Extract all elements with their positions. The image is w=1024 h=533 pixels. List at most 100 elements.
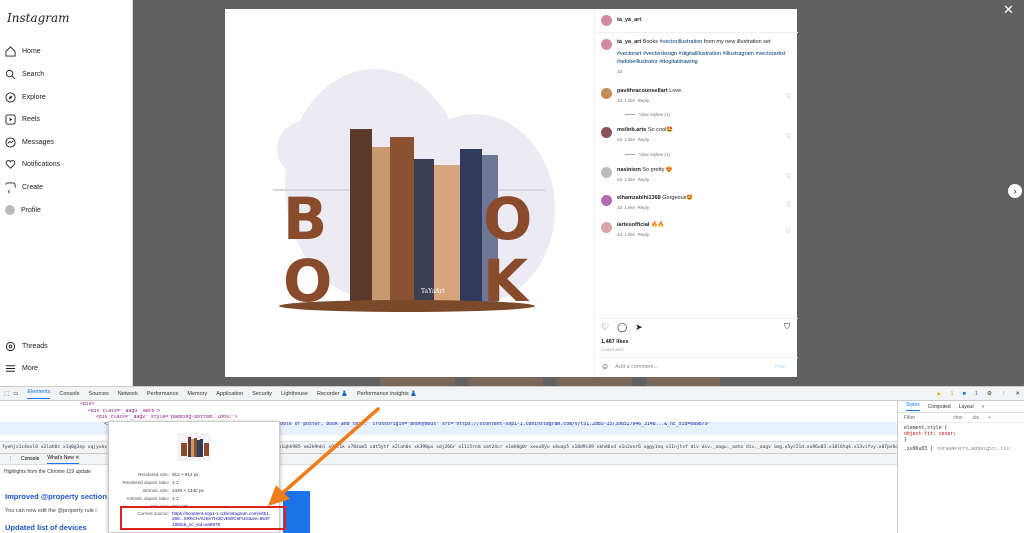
comment-time: 2d <box>617 231 623 237</box>
messenger-icon <box>5 137 16 148</box>
drawer-tab-console[interactable]: Console <box>21 456 39 462</box>
tab-styles[interactable]: Styles <box>906 402 920 411</box>
tab-security[interactable]: Security <box>252 391 272 397</box>
tab-console[interactable]: Console <box>59 391 79 397</box>
issues-badge[interactable]: ■ 1 <box>963 391 978 397</box>
comment: elhamzabihi1368 Gorgeous🤩 2d 1 like Repl… <box>601 195 693 211</box>
reply-button[interactable]: Reply <box>638 232 650 237</box>
comment: mslinb.arts So cool🤩 2d 1 like Reply <box>601 127 673 143</box>
tooltip-row: Rendered aspect ratio: 1:1 <box>122 480 179 485</box>
like-heart-icon[interactable]: ♡ <box>601 322 609 333</box>
tab-more[interactable]: » <box>982 404 985 410</box>
nav-notifications[interactable]: Notifications <box>5 159 60 170</box>
emoji-icon[interactable]: ☺ <box>601 362 609 371</box>
stylesheet-link[interactable]: %%FaRNPVFFX…Ndp8lg5tl.css: <box>937 447 1012 453</box>
view-replies-button[interactable]: View replies (1) <box>625 152 670 157</box>
inspect-icon[interactable]: ⬚ <box>4 391 9 397</box>
reply-button[interactable]: Reply <box>638 137 650 142</box>
add-rule-icon[interactable]: + <box>988 415 991 421</box>
prev-post-button[interactable]: ‹ <box>2 184 16 198</box>
tab-memory[interactable]: Memory <box>187 391 207 397</box>
like-comment-heart-icon[interactable]: ♡ <box>786 173 791 180</box>
nav-home[interactable]: Home <box>5 46 41 57</box>
comment-username[interactable]: nasinism <box>617 167 641 173</box>
reply-button[interactable]: Reply <box>638 205 650 210</box>
drawer-tab-whats-new[interactable]: What's New ✕ <box>47 455 80 464</box>
tab-computed[interactable]: Computed <box>928 404 951 410</box>
cls-toggle[interactable]: .cls <box>971 415 979 421</box>
nav-more[interactable]: More <box>5 363 38 374</box>
comment-likes[interactable]: 1 like <box>625 137 636 142</box>
nav-messages[interactable]: Messages <box>5 137 54 148</box>
nav-explore[interactable]: Explore <box>5 92 46 103</box>
caption-username[interactable]: ta_ya_art <box>617 39 641 45</box>
more-options-icon[interactable]: ⋮ <box>1001 391 1007 397</box>
tab-network[interactable]: Network <box>118 391 138 397</box>
comment-username[interactable]: elhamzabihi1368 <box>617 195 661 201</box>
comment-icon[interactable]: ◯ <box>617 322 627 333</box>
like-comment-heart-icon[interactable]: ♡ <box>786 228 791 235</box>
view-replies-button[interactable]: View replies (1) <box>625 112 670 117</box>
commenter-avatar[interactable] <box>601 195 612 206</box>
comment-username[interactable]: pavithracounsellart <box>617 88 668 94</box>
watermark-text: TaYaArt <box>421 288 445 295</box>
whats-new-heading[interactable]: Updated list of devices <box>5 523 87 532</box>
comment-input[interactable]: Add a comment... <box>615 364 769 370</box>
commenter-avatar[interactable] <box>601 222 612 233</box>
reply-button[interactable]: Reply <box>638 98 650 103</box>
commenter-avatar[interactable] <box>601 127 612 138</box>
share-icon[interactable]: ➤ <box>635 322 643 333</box>
reply-button[interactable]: Reply <box>638 177 650 182</box>
comment-likes[interactable]: 1 like <box>625 98 636 103</box>
post-image[interactable]: B O O K TaYaArt <box>225 9 594 377</box>
caption-hashtags[interactable]: #vectorart #vectordesign #digitalillustr… <box>617 51 791 67</box>
like-comment-heart-icon[interactable]: ♡ <box>786 133 791 140</box>
bookmark-icon[interactable]: ⛉ <box>784 322 790 332</box>
like-comment-heart-icon[interactable]: ♡ <box>786 93 791 100</box>
nav-search[interactable]: Search <box>5 69 44 80</box>
tab-recorder[interactable]: Recorder 👗 <box>317 391 348 397</box>
tab-sources[interactable]: Sources <box>89 391 109 397</box>
nav-threads[interactable]: Threads <box>5 341 48 352</box>
drawer-menu-icon[interactable]: ⋮ <box>8 456 13 462</box>
author-avatar[interactable] <box>601 15 612 26</box>
hov-toggle[interactable]: :hov <box>953 415 962 421</box>
whats-new-heading[interactable]: Improved @property section i <box>5 492 111 501</box>
comment-likes[interactable]: 1 like <box>625 205 636 210</box>
comment-time: 2d <box>617 204 623 210</box>
comment-time: 2d <box>617 97 623 103</box>
comment-username[interactable]: mslinb.arts <box>617 127 646 133</box>
filter-input[interactable]: Filter <box>904 415 944 421</box>
comment-likes[interactable]: 1 like <box>625 232 636 237</box>
next-post-button[interactable]: › <box>1008 184 1022 198</box>
likes-count[interactable]: 1,487 likes <box>601 339 629 345</box>
post-comment-button[interactable]: Post <box>775 364 786 370</box>
close-icon[interactable]: ✕ <box>1003 2 1014 18</box>
device-toolbar-icon[interactable]: ▭ <box>13 391 18 397</box>
comment-text: Gorgeous🤩 <box>662 195 694 201</box>
nav-reels[interactable]: Reels <box>5 114 40 125</box>
tab-performance-insights[interactable]: Performance insights 👗 <box>357 391 417 397</box>
post-actions: ♡ ◯ ➤ <box>601 322 643 333</box>
commenter-avatar[interactable] <box>601 167 612 178</box>
tab-performance[interactable]: Performance <box>147 391 179 397</box>
commenter-avatar[interactable] <box>601 88 612 99</box>
search-icon <box>5 69 16 80</box>
tab-lighthouse[interactable]: Lighthouse <box>281 391 308 397</box>
settings-gear-icon[interactable]: ⚙ <box>987 391 992 397</box>
tab-layout[interactable]: Layout <box>959 404 974 410</box>
comment-username[interactable]: iartesofficial <box>617 222 649 228</box>
warning-badge[interactable]: ▲ 1 <box>936 391 954 397</box>
comment-likes[interactable]: 1 like <box>625 177 636 182</box>
nav-profile[interactable]: Profile <box>5 205 41 215</box>
caption-time: 2d <box>617 68 623 74</box>
like-comment-heart-icon[interactable]: ♡ <box>786 201 791 208</box>
author-username[interactable]: ta_ya_art <box>617 17 641 25</box>
instagram-logo[interactable]: Instagram <box>7 11 70 25</box>
caption-hashtag[interactable]: #vectorillustration <box>660 39 703 45</box>
tab-application[interactable]: Application <box>216 391 243 397</box>
close-devtools-icon[interactable]: ✕ <box>1015 391 1020 397</box>
tab-elements[interactable]: Elements <box>27 389 51 399</box>
caption-avatar[interactable] <box>601 39 612 50</box>
svg-text:B: B <box>283 185 327 253</box>
